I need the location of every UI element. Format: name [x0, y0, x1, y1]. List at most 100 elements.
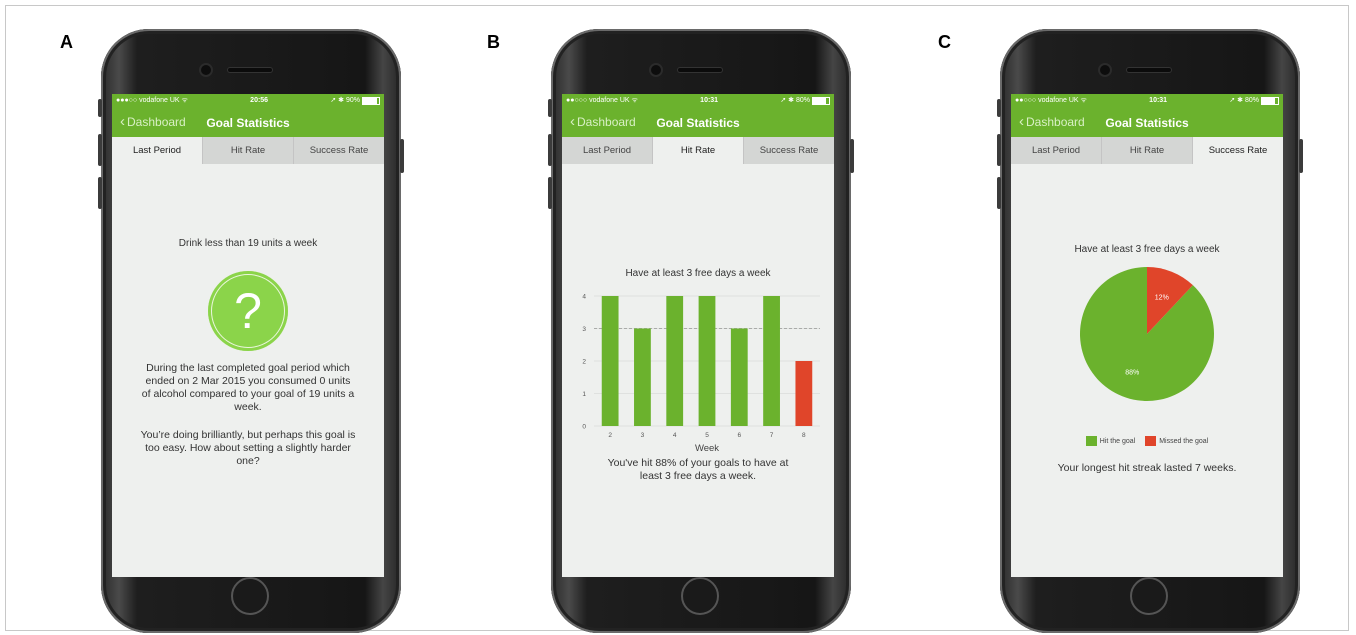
tab-bar: Last Period Hit Rate Success Rate — [112, 137, 384, 164]
status-right: ➚ ✱ 90% — [330, 96, 380, 105]
volume-up-button — [548, 134, 552, 166]
panel-label-c: C — [938, 32, 951, 52]
bar — [666, 296, 684, 426]
y-tick-label: 1 — [582, 391, 586, 398]
page-title: Goal Statistics — [656, 116, 740, 130]
legend-label-hit: Hit the goal — [1099, 437, 1136, 445]
panel-label-b: B — [487, 32, 500, 52]
battery-icon — [361, 96, 380, 105]
carrier-signal: ●●●○○ vodafone UK ᯤ — [116, 97, 188, 104]
x-axis-label: Week — [695, 443, 719, 454]
battery-icon — [1260, 96, 1279, 105]
question-glyph: ? — [234, 283, 262, 339]
goal-advice: You’re doing brilliantly, but perhaps th… — [140, 429, 356, 467]
x-tick-label: 5 — [705, 432, 709, 439]
goal-title: Drink less than 19 units a week — [178, 238, 318, 249]
hit-rate-summary: You've hit 88% of your goals to have at … — [607, 457, 789, 482]
volume-up-button — [98, 134, 102, 166]
status-bar: ●●○○○ vodafone UK ᯤ 10:31 ➚ ✱ 80% — [1011, 94, 1283, 107]
tab-last-period[interactable]: Last Period — [562, 137, 652, 164]
home-button[interactable] — [681, 577, 719, 615]
last-period-content: Drink less than 19 units a week ? During… — [112, 164, 384, 577]
front-camera — [651, 65, 661, 75]
y-tick-label: 4 — [582, 294, 586, 301]
pie-slice-label: 88% — [1125, 369, 1139, 376]
status-bar: ●●○○○ vodafone UK ᯤ 10:31 ➚ ✱ 80% — [562, 94, 834, 107]
tab-success-rate[interactable]: Success Rate — [1192, 137, 1283, 164]
carrier-signal: ●●○○○ vodafone UK ᯤ — [566, 97, 638, 104]
bar — [795, 361, 813, 426]
page-title: Goal Statistics — [1105, 116, 1189, 130]
battery-icon — [811, 96, 830, 105]
nav-bar: ‹ Dashboard Goal Statistics — [1011, 107, 1283, 137]
status-right: ➚ ✱ 80% — [780, 96, 830, 105]
question-mark-icon: ? — [208, 271, 288, 351]
tab-hit-rate[interactable]: Hit Rate — [202, 137, 293, 164]
home-button[interactable] — [1130, 577, 1168, 615]
earpiece-speaker — [228, 68, 272, 72]
bar — [601, 296, 619, 426]
success-rate-pie-chart: 88% 12% — [1080, 267, 1214, 401]
hit-rate-bar-chart: Have at least 3 free days a week 0 1 2 3 4 2 3 4… — [582, 268, 820, 454]
x-tick-label: 7 — [770, 432, 774, 439]
status-right: ➚ ✱ 80% — [1229, 96, 1279, 105]
earpiece-speaker — [1127, 68, 1171, 72]
x-tick-label: 6 — [737, 432, 741, 439]
legend-swatch-missed — [1145, 436, 1157, 446]
success-rate-content: Have at least 3 free days a week 88% 12% … — [1011, 164, 1283, 577]
tab-hit-rate[interactable]: Hit Rate — [1101, 137, 1192, 164]
battery-percent: ➚ ✱ 80% — [780, 97, 810, 105]
volume-up-button — [997, 134, 1001, 166]
phone-b: ●●○○○ vodafone UK ᯤ 10:31 ➚ ✱ 80% ‹ Dashb… — [548, 29, 854, 633]
mute-switch — [997, 99, 1001, 117]
page-title: Goal Statistics — [206, 116, 290, 130]
legend-label-missed: Missed the goal — [1159, 437, 1209, 445]
panel-label-a: A — [60, 32, 73, 52]
x-tick-label: 3 — [641, 432, 645, 439]
screen-c: ●●○○○ vodafone UK ᯤ 10:31 ➚ ✱ 80% ‹ Dashb… — [1011, 94, 1283, 577]
bar — [730, 328, 748, 426]
bar — [634, 328, 651, 426]
front-camera — [1100, 65, 1110, 75]
nav-bar: ‹ Dashboard Goal Statistics — [112, 107, 384, 137]
battery-percent: ➚ ✱ 90% — [330, 97, 360, 105]
y-tick-label: 3 — [582, 326, 586, 333]
legend-item-hit: Hit the goal — [1085, 436, 1136, 446]
bar — [763, 296, 780, 426]
tab-success-rate[interactable]: Success Rate — [743, 137, 834, 164]
pie-slice-label: 12% — [1155, 295, 1169, 302]
earpiece-speaker — [678, 68, 722, 72]
pie-title: Have at least 3 free days a week — [1074, 244, 1220, 255]
pie-legend: Hit the goal Missed the goal — [1011, 436, 1283, 446]
volume-down-button — [98, 177, 102, 209]
status-time: 10:31 — [700, 97, 719, 104]
phone-c: ●●○○○ vodafone UK ᯤ 10:31 ➚ ✱ 80% ‹ Dashb… — [997, 29, 1303, 633]
front-camera — [201, 65, 211, 75]
status-bar: ●●●○○ vodafone UK ᯤ 20:56 ➚ ✱ 90% — [112, 94, 384, 107]
home-button[interactable] — [231, 577, 269, 615]
tab-last-period[interactable]: Last Period — [1011, 137, 1101, 164]
legend-item-missed: Missed the goal — [1145, 436, 1208, 446]
tab-hit-rate[interactable]: Hit Rate — [652, 137, 743, 164]
mute-switch — [548, 99, 552, 117]
power-button — [850, 139, 854, 173]
power-button — [1299, 139, 1303, 173]
chart-title: Have at least 3 free days a week — [625, 268, 771, 279]
y-tick-label: 2 — [582, 359, 586, 366]
hit-rate-content: Have at least 3 free days a week 0 1 2 3 4 2 3 4… — [562, 164, 834, 577]
mute-switch — [98, 99, 102, 117]
tab-last-period[interactable]: Last Period — [112, 137, 202, 164]
tab-bar: Last Period Hit Rate Success Rate — [562, 137, 834, 164]
volume-down-button — [997, 177, 1001, 209]
bar — [698, 296, 716, 426]
tab-success-rate[interactable]: Success Rate — [293, 137, 384, 164]
x-tick-label: 2 — [608, 432, 612, 439]
y-tick-label: 0 — [582, 424, 586, 431]
tab-bar: Last Period Hit Rate Success Rate — [1011, 137, 1283, 164]
streak-summary: Your longest hit streak lasted 7 weeks. — [1057, 462, 1237, 474]
nav-bar: ‹ Dashboard Goal Statistics — [562, 107, 834, 137]
volume-down-button — [548, 177, 552, 209]
status-time: 10:31 — [1149, 97, 1168, 104]
goal-description: During the last completed goal period wh… — [141, 362, 355, 413]
x-tick-label: 4 — [673, 432, 677, 439]
